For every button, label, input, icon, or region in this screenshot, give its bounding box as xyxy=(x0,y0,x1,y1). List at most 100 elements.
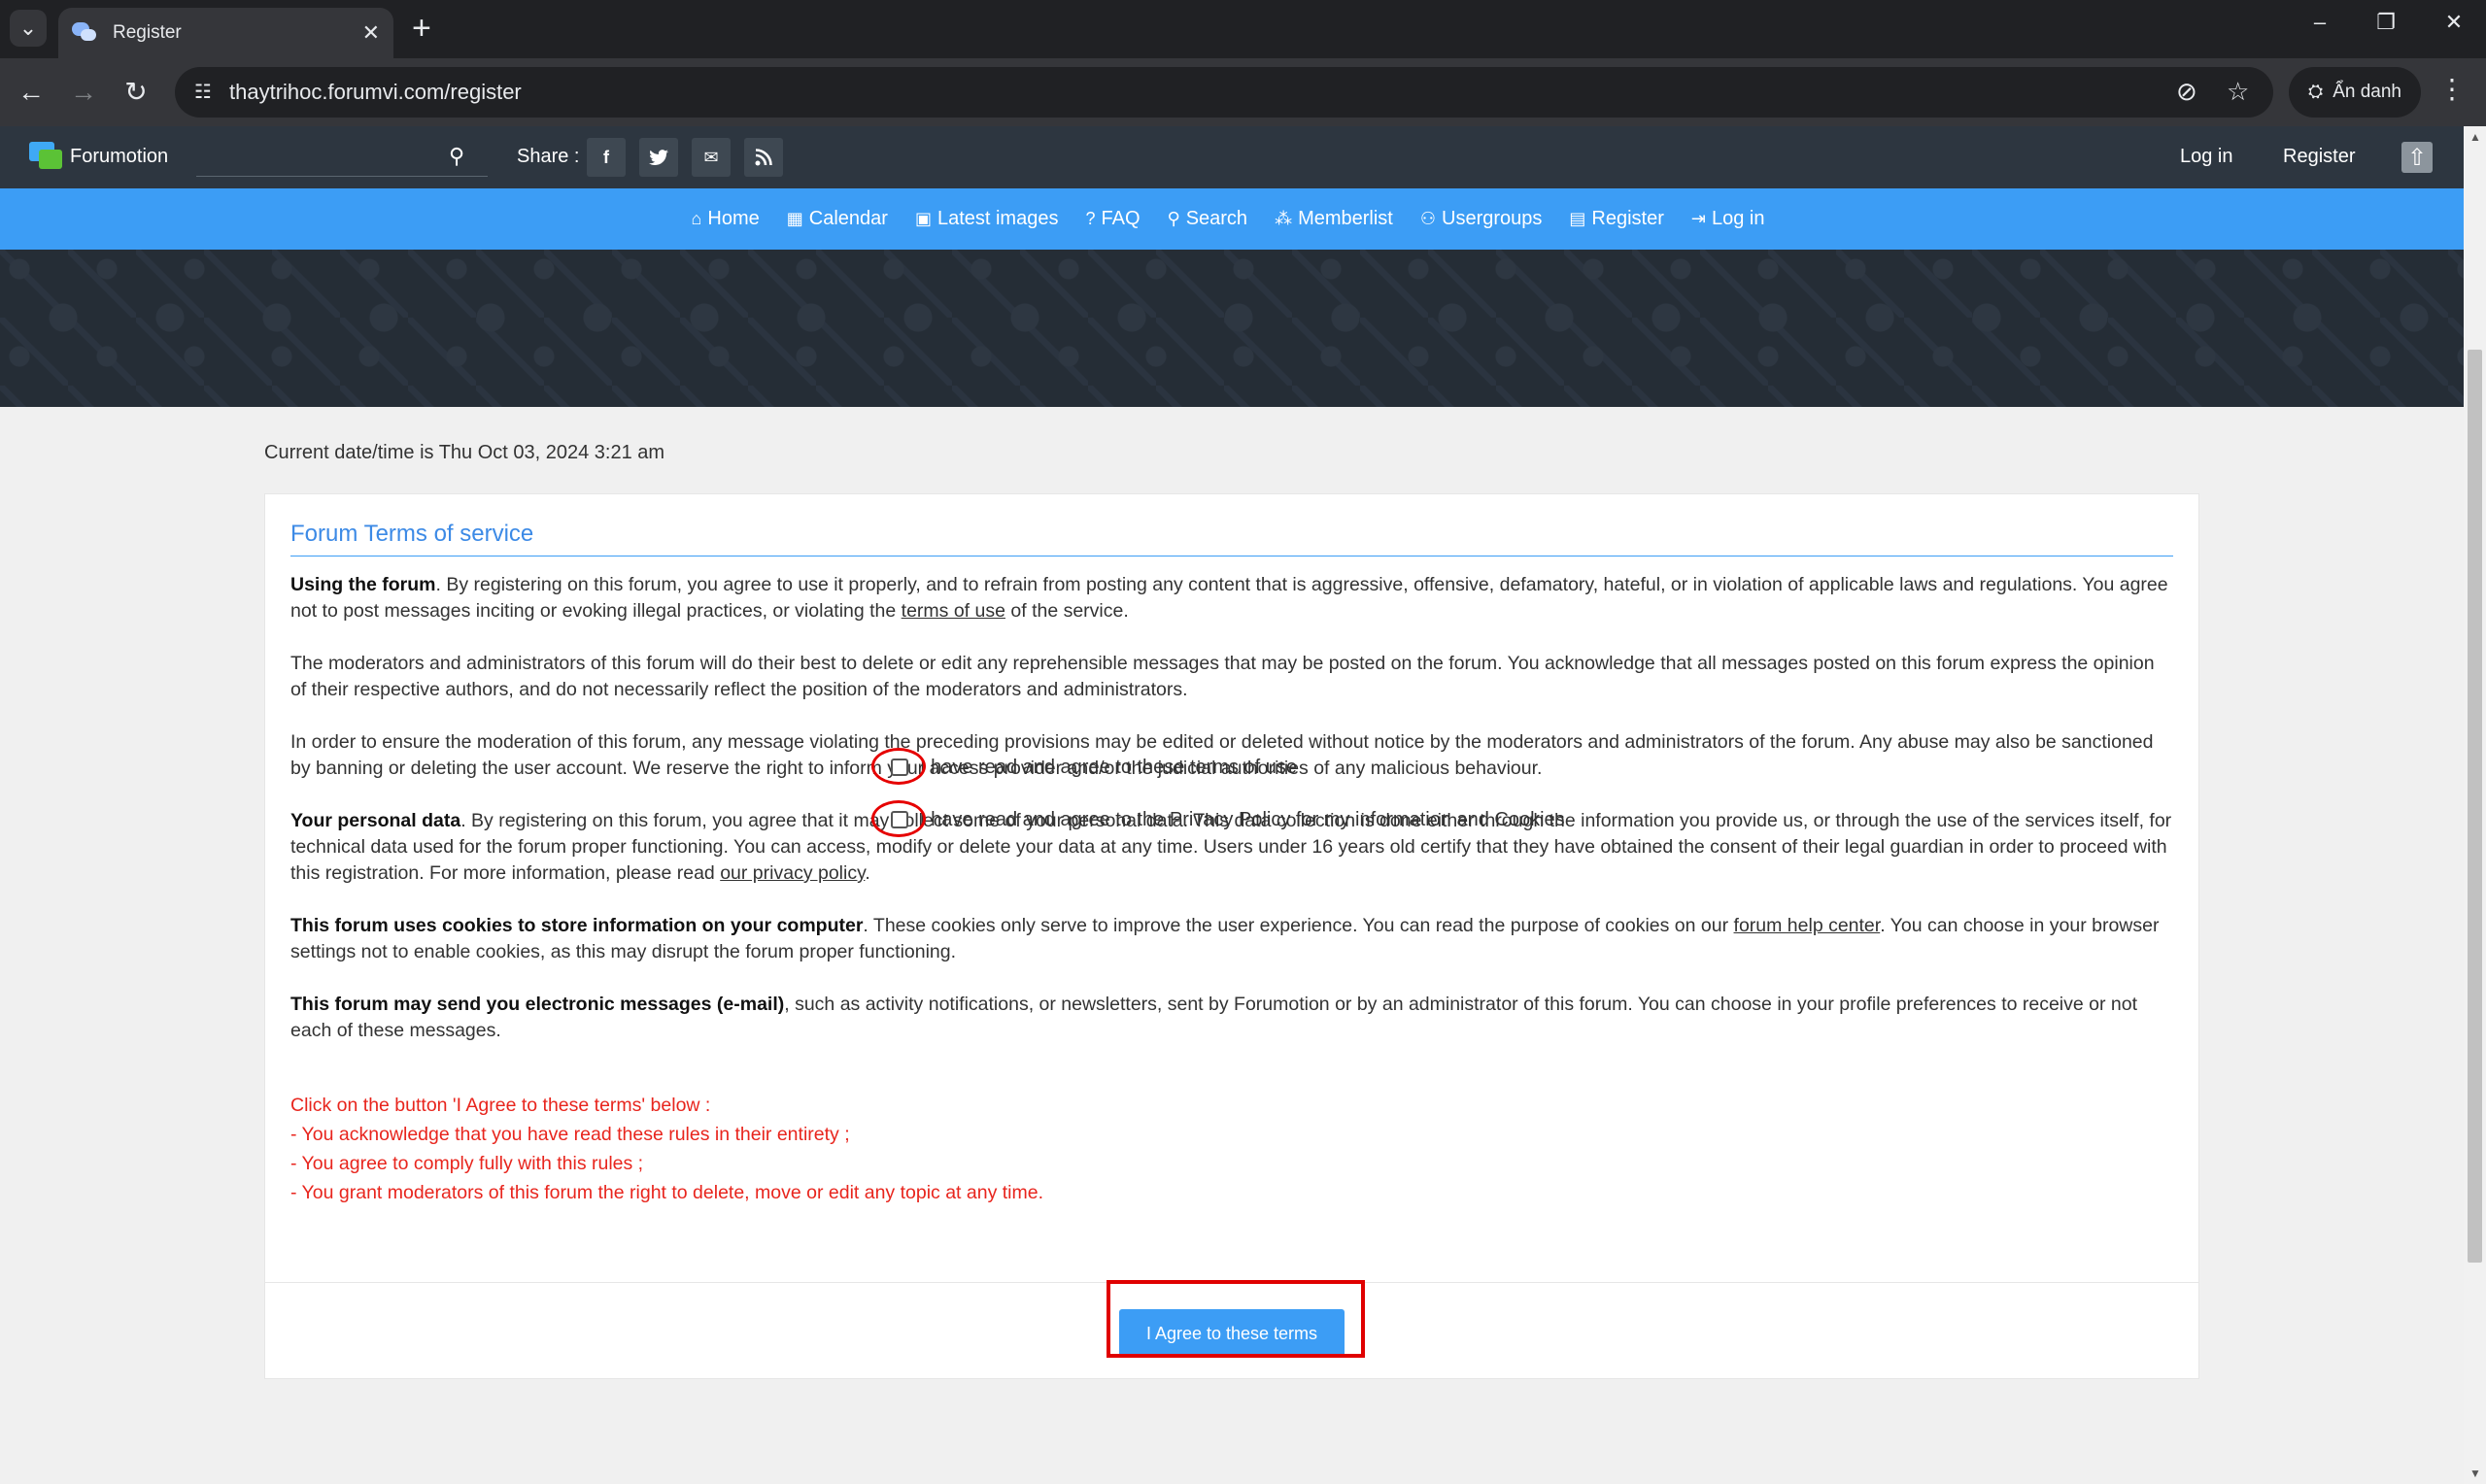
nav-calendar[interactable]: ▦ Calendar xyxy=(787,208,888,230)
nav-search[interactable]: ⚲ Search xyxy=(1168,208,1248,230)
scrollbar-thumb[interactable] xyxy=(2468,350,2482,1263)
page-scrollbar[interactable]: ▲ ▼ xyxy=(2464,126,2486,1484)
rule-item: - You acknowledge that you have read the… xyxy=(290,1124,850,1145)
rule-item: - You grant moderators of this forum the… xyxy=(290,1182,1043,1203)
forum-favicon-icon xyxy=(72,22,97,44)
nav-usergroups-label: Usergroups xyxy=(1442,208,1543,229)
forum-nav-menu: ⌂ Home ▦ Calendar ▣ Latest images ? FAQ ⚲ Sea… xyxy=(0,188,2464,250)
forumotion-brand[interactable]: Forumotion xyxy=(70,146,168,168)
nav-calendar-label: Calendar xyxy=(808,208,888,229)
privacy-checkbox-label[interactable]: I have read and agree to the Privacy Pol… xyxy=(920,809,1565,831)
topbar-search-input[interactable] xyxy=(196,138,488,177)
tab-search-chevron-down-icon[interactable]: ⌄ xyxy=(10,10,47,47)
forumotion-top-bar: Forumotion ⚲ Share : f ✉ Log in Register… xyxy=(0,126,2464,188)
nav-home[interactable]: ⌂ Home xyxy=(692,208,760,230)
incognito-label: Ẩn danh xyxy=(2333,82,2401,102)
nav-usergroups[interactable]: ⚇ Usergroups xyxy=(1420,208,1543,230)
register-icon: ▤ xyxy=(1569,209,1586,228)
new-tab-plus-icon[interactable]: + xyxy=(412,12,431,45)
browser-tab-register[interactable]: Register ✕ xyxy=(58,8,393,58)
terms-of-use-link[interactable]: terms of use xyxy=(902,600,1005,622)
incognito-indicator[interactable]: ⛭ Ẩn danh xyxy=(2289,67,2421,118)
terms-checkbox-label[interactable]: I have read and agree to these terms of … xyxy=(920,757,1297,779)
current-datetime: Current date/time is Thu Oct 03, 2024 3:… xyxy=(264,442,665,463)
page-viewport: Forumotion ⚲ Share : f ✉ Log in Register… xyxy=(0,126,2464,1484)
search-icon[interactable]: ⚲ xyxy=(449,144,464,169)
nav-register-label: Register xyxy=(1591,208,1664,229)
members-icon: ⁂ xyxy=(1275,209,1293,228)
agree-button-highlight xyxy=(1107,1280,1365,1358)
rules-intro: Click on the button 'I Agree to these te… xyxy=(290,1095,711,1116)
privacy-checkbox-wrap[interactable] xyxy=(871,800,928,839)
terms-of-use-checkbox[interactable] xyxy=(891,759,908,776)
page-title: Forum Terms of service xyxy=(290,521,534,547)
terms-text-personal-data-end: . xyxy=(865,862,870,884)
terms-panel: Forum Terms of service Using the forum. … xyxy=(264,493,2199,1374)
close-window-icon[interactable]: ✕ xyxy=(2435,10,2473,35)
privacy-policy-checkbox[interactable] xyxy=(891,811,908,828)
terms-paragraph-moderators: The moderators and administrators of thi… xyxy=(290,653,2155,700)
restore-icon[interactable]: ❐ xyxy=(2367,10,2405,35)
nav-register[interactable]: ▤ Register xyxy=(1569,208,1664,230)
forum-header-banner xyxy=(0,250,2464,407)
terms-heading-using: Using the forum xyxy=(290,574,436,595)
eye-slash-icon[interactable]: ⊘ xyxy=(2176,77,2197,107)
terms-paragraph-cookies: This forum uses cookies to store informa… xyxy=(290,913,2175,965)
site-info-tune-icon[interactable]: ☷ xyxy=(188,78,218,107)
browser-menu-icon[interactable]: ⋮ xyxy=(2438,73,2466,105)
nav-memberlist[interactable]: ⁂ Memberlist xyxy=(1275,208,1393,230)
tab-title: Register xyxy=(113,22,182,43)
share-label: Share : xyxy=(517,146,580,167)
address-bar[interactable]: ☷ thaytrihoc.forumvi.com/register ⊘ ☆ xyxy=(175,67,2273,118)
home-icon: ⌂ xyxy=(691,209,702,228)
nav-home-label: Home xyxy=(707,208,760,229)
topbar-register-link[interactable]: Register xyxy=(2283,146,2355,168)
twitter-share-icon[interactable] xyxy=(639,138,678,177)
nav-login-label: Log in xyxy=(1711,208,1765,229)
forward-arrow-icon[interactable]: → xyxy=(66,75,101,110)
browser-tab-bar: ⌄ Register ✕ + – ❐ ✕ xyxy=(0,0,2486,58)
question-icon: ? xyxy=(1085,209,1096,228)
terms-text-using: . By registering on this forum, you agre… xyxy=(290,574,2168,622)
bookmark-star-icon[interactable]: ☆ xyxy=(2227,77,2249,107)
nav-search-label: Search xyxy=(1185,208,1248,229)
search-icon: ⚲ xyxy=(1167,209,1180,228)
forumotion-logo-icon[interactable] xyxy=(29,142,62,173)
topbar-login-link[interactable]: Log in xyxy=(2180,146,2233,168)
images-icon: ▣ xyxy=(914,209,932,228)
tab-close-icon[interactable]: ✕ xyxy=(362,20,380,46)
nav-latest-images-label: Latest images xyxy=(937,208,1059,229)
calendar-icon: ▦ xyxy=(786,209,803,228)
email-share-icon[interactable]: ✉ xyxy=(692,138,731,177)
nav-faq[interactable]: ? FAQ xyxy=(1085,208,1140,230)
incognito-icon: ⛭ xyxy=(2308,82,2324,102)
arrow-up-icon[interactable]: ⇧ xyxy=(2401,142,2433,173)
scroll-up-arrow-icon[interactable]: ▲ xyxy=(2469,130,2481,144)
facebook-share-icon[interactable]: f xyxy=(587,138,626,177)
nav-login[interactable]: ⇥ Log in xyxy=(1691,208,1765,230)
terms-checkbox-row: I have read and agree to these terms of … xyxy=(871,748,1297,787)
rule-item: - You agree to comply fully with this ru… xyxy=(290,1153,644,1174)
login-icon: ⇥ xyxy=(1690,209,1706,228)
terms-heading-personal-data: Your personal data xyxy=(290,810,461,831)
usergroups-icon: ⚇ xyxy=(1419,209,1436,228)
terms-paragraph-using: Using the forum. By registering on this … xyxy=(290,572,2175,624)
terms-checkbox-wrap[interactable] xyxy=(871,748,928,787)
terms-heading-cookies: This forum uses cookies to store informa… xyxy=(290,915,864,936)
nav-faq-label: FAQ xyxy=(1101,208,1141,229)
nav-latest-images[interactable]: ▣ Latest images xyxy=(915,208,1059,230)
privacy-checkbox-row: I have read and agree to the Privacy Pol… xyxy=(871,800,1565,839)
nav-memberlist-label: Memberlist xyxy=(1298,208,1393,229)
privacy-policy-link[interactable]: our privacy policy xyxy=(720,862,865,884)
scroll-down-arrow-icon[interactable]: ▼ xyxy=(2469,1467,2481,1480)
terms-heading-email: This forum may send you electronic messa… xyxy=(290,994,785,1015)
browser-toolbar: ← → ↻ ☷ thaytrihoc.forumvi.com/register … xyxy=(0,58,2486,126)
rss-share-icon[interactable] xyxy=(744,138,783,177)
terms-text-cookies: . These cookies only serve to improve th… xyxy=(863,915,1734,936)
reload-icon[interactable]: ↻ xyxy=(119,75,153,110)
forum-help-center-link[interactable]: forum help center xyxy=(1734,915,1881,936)
url-text[interactable]: thaytrihoc.forumvi.com/register xyxy=(229,80,522,105)
back-arrow-icon[interactable]: ← xyxy=(14,75,49,110)
minimize-icon[interactable]: – xyxy=(2300,10,2339,35)
agree-rules-list: Click on the button 'I Agree to these te… xyxy=(290,1091,1043,1207)
